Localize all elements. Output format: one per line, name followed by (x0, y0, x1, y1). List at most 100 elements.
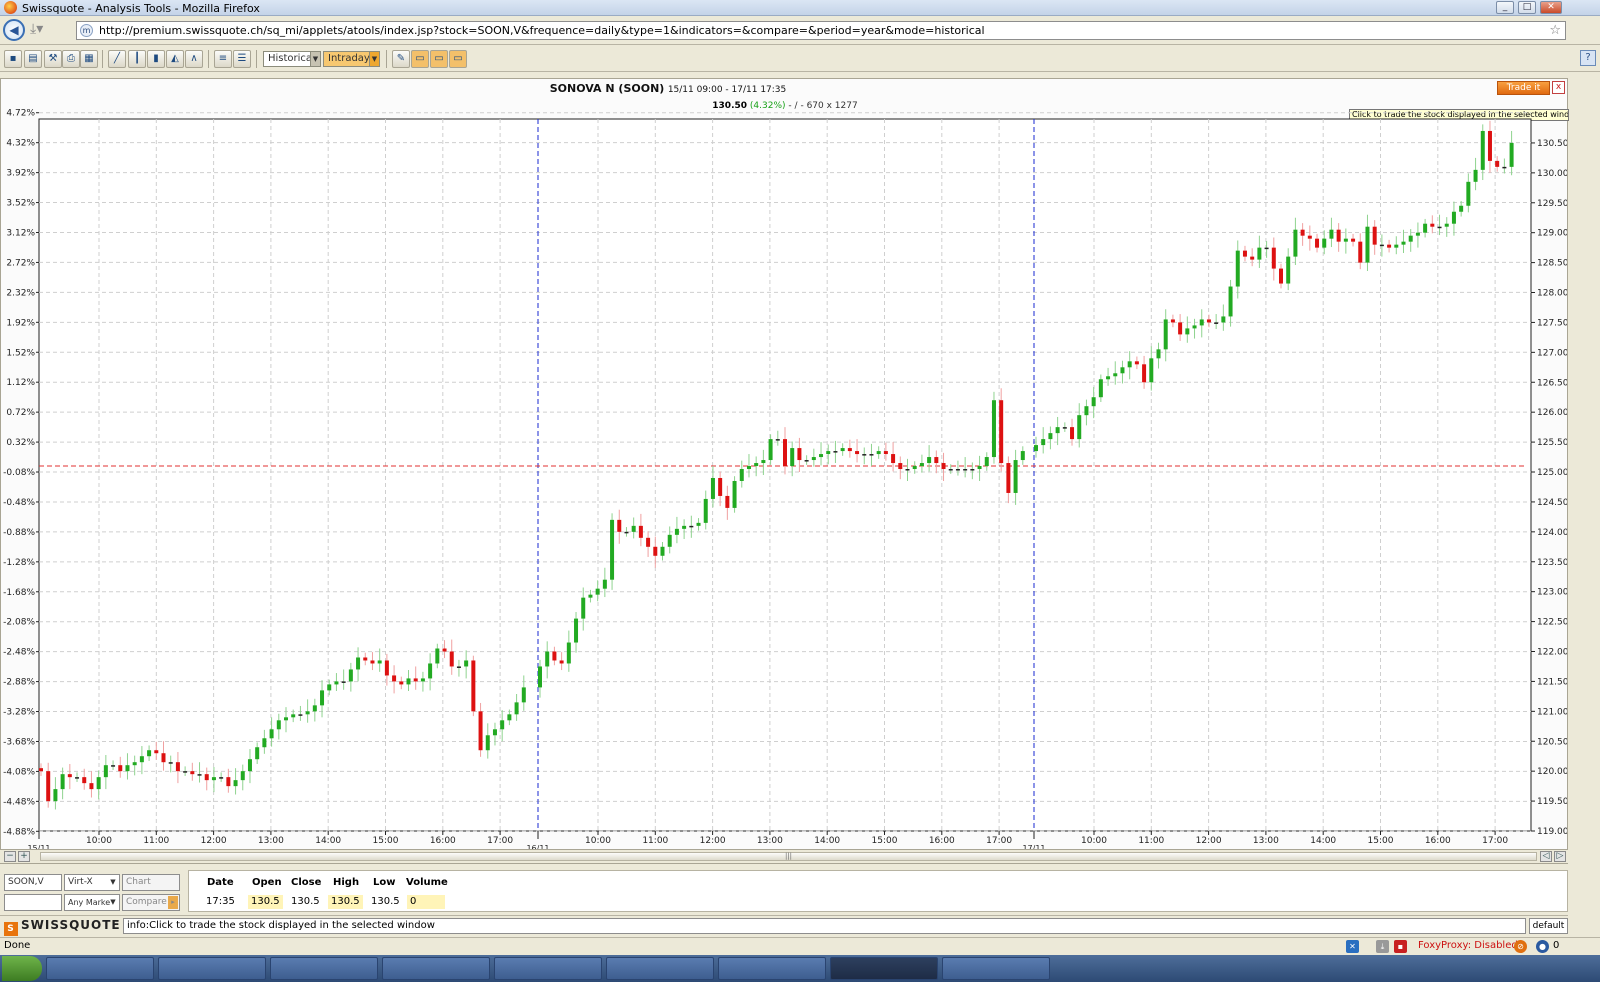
symbol-input[interactable]: SOON,V (4, 874, 62, 891)
candle-body (588, 594, 593, 598)
candle-body (1185, 328, 1190, 335)
candle-body (991, 400, 996, 458)
area-chart-icon[interactable]: ◭ (166, 50, 184, 68)
bookmark-star-icon[interactable]: ☆ (1549, 22, 1561, 39)
taskbar-item[interactable] (718, 957, 826, 980)
candle-body (797, 448, 802, 461)
y-left-tick-label: 0.72% (6, 408, 35, 418)
candle-body (610, 519, 615, 580)
zoom-out-icon[interactable]: − (4, 851, 16, 862)
taskbar-item[interactable] (158, 957, 266, 980)
window-titlebar: Swissquote - Analysis Tools - Mozilla Fi… (0, 0, 1600, 16)
candle-body (1020, 451, 1025, 461)
scroll-right-icon[interactable]: ▷ (1554, 851, 1566, 862)
interval-select[interactable]: Intraday ▼ (323, 51, 380, 67)
window-title: Swissquote - Analysis Tools - Mozilla Fi… (22, 2, 260, 15)
candle-body (689, 525, 694, 528)
candle-body (653, 546, 658, 556)
candle-body (514, 702, 519, 715)
scroll-thumb[interactable]: ||| (41, 853, 1536, 860)
candle-body (545, 651, 550, 667)
save-icon[interactable]: ▪ (4, 50, 22, 68)
open-folder-icon[interactable]: ▤ (24, 50, 42, 68)
line-chart-icon[interactable]: ╱ (108, 50, 126, 68)
print-icon[interactable]: ⎙ (62, 50, 80, 68)
zoom-in-icon[interactable]: + (18, 851, 30, 862)
candle-body (204, 774, 209, 781)
candle-body (1351, 238, 1356, 242)
taskbar-item-active[interactable] (830, 957, 938, 980)
taskbar-item[interactable] (382, 957, 490, 980)
start-button[interactable] (2, 956, 42, 981)
taskbar-item[interactable] (270, 957, 378, 980)
taskbar-item[interactable] (942, 957, 1050, 980)
candle-body (1242, 250, 1247, 257)
chart-button[interactable]: Chart (122, 874, 180, 891)
candle-body (1401, 241, 1406, 245)
x-tick-label: 14:00 (315, 836, 341, 846)
pdf-icon[interactable]: ▪ (1394, 940, 1407, 953)
candle-body (147, 750, 152, 757)
mountain-chart-icon[interactable]: ∧ (185, 50, 203, 68)
candle-body (1387, 244, 1392, 248)
draw-line-icon[interactable]: ✎ (392, 50, 410, 68)
x-tick-label: 15:00 (872, 836, 898, 846)
bar-chart-icon[interactable]: ┃ (128, 50, 146, 68)
back-icon[interactable]: ◀ (3, 19, 25, 41)
scroll-left-icon[interactable]: ◁ (1540, 851, 1552, 862)
price-chart[interactable]: 4.72% 4.32% 3.92% 3.52% 3.12% 2.72% 2.32% 1.92%… (1, 79, 1567, 849)
download-icon[interactable]: ⤓ (1376, 940, 1389, 953)
foxyproxy-status[interactable]: FoxyProxy: Disabled (1418, 940, 1518, 951)
candle-body (826, 451, 831, 455)
url-bar[interactable]: m http://premium.swissquote.ch/sq_mi/app… (76, 21, 1566, 40)
minimize-button[interactable]: _ (1496, 1, 1514, 14)
taskbar-item[interactable] (606, 957, 714, 980)
candle-body (284, 717, 288, 721)
maximize-button[interactable]: □ (1518, 1, 1536, 14)
candle-body (552, 651, 557, 661)
candle-body (1279, 268, 1283, 284)
block-icon[interactable]: ⊘ (1514, 940, 1527, 953)
candle-body (1444, 223, 1449, 227)
date-value: 17:35 (206, 896, 235, 907)
candle-body (999, 400, 1004, 464)
candle-body (1113, 373, 1118, 377)
grid-icon[interactable]: ≡ (214, 50, 232, 68)
y-left-tick-label: 1.92% (6, 318, 35, 328)
market-select[interactable]: Any Marke ▼ (64, 894, 120, 911)
candle-body (963, 469, 968, 471)
layout-icon[interactable]: ▦ (80, 50, 98, 68)
table-icon[interactable]: ☰ (233, 50, 251, 68)
candle-chart-icon[interactable]: ▮ (147, 50, 165, 68)
candle-body (1329, 229, 1334, 239)
chart-scrollbar[interactable]: − + ||| ◁ ▷ (0, 849, 1568, 863)
taskbar-item[interactable] (46, 957, 154, 980)
help-icon[interactable]: ? (1580, 50, 1596, 66)
secondary-symbol-input[interactable] (4, 894, 62, 911)
x-tick-label: 17:00 (986, 836, 1012, 846)
y-right-tick-label: 122.50 (1537, 618, 1567, 628)
indicator-icon[interactable]: ▭ (411, 50, 429, 68)
chat-icon[interactable]: ● (1536, 940, 1549, 953)
forward-dropdown-icon[interactable]: ⤓▾ (30, 21, 54, 39)
compare-icon[interactable]: ▭ (430, 50, 448, 68)
close-window-button[interactable]: ✕ (1540, 1, 1562, 14)
candle-body (1480, 130, 1485, 170)
x-tick-label: 11:00 (1138, 836, 1164, 846)
mode-select[interactable]: Historical ▼ (263, 51, 321, 67)
tools-icon[interactable]: ⚒ (44, 50, 62, 68)
col-close-header: Close (291, 877, 322, 888)
exchange-select[interactable]: Virt-X ▼ (64, 874, 120, 891)
os-taskbar (0, 955, 1600, 982)
layout-default[interactable]: default (1529, 918, 1568, 934)
candle-body (725, 495, 730, 508)
scroll-track[interactable]: ||| (40, 852, 1537, 861)
split-icon[interactable]: ▭ (449, 50, 467, 68)
y-right-tick-label: 127.50 (1537, 318, 1567, 328)
col-high-header: High (333, 877, 360, 888)
chevron-down-icon: ▼ (110, 878, 116, 886)
candle-body (1437, 226, 1442, 229)
compare-button[interactable]: Compare ▸ (122, 894, 180, 911)
taskbar-item[interactable] (494, 957, 602, 980)
addon-icon[interactable]: ✕ (1346, 940, 1359, 953)
